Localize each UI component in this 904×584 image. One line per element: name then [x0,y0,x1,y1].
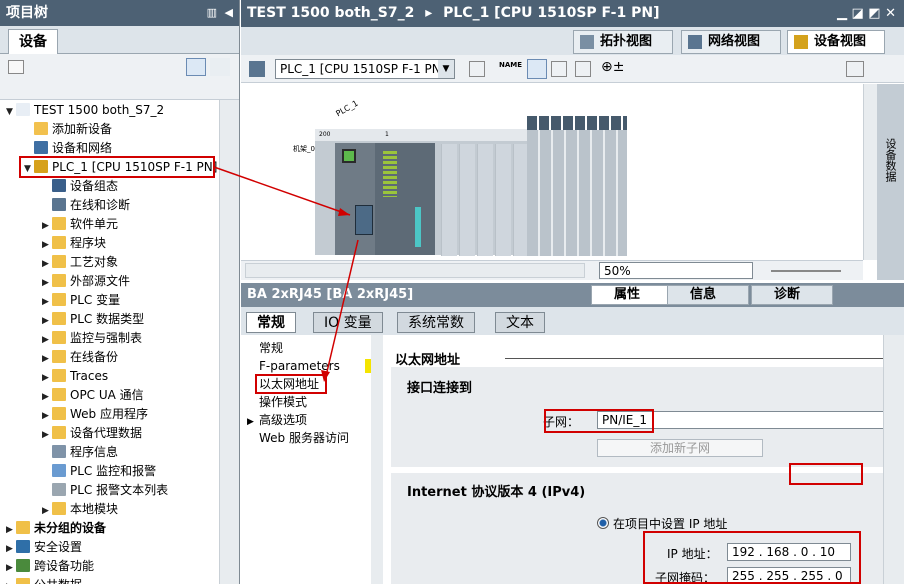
arrow-line-port [325,239,359,377]
arrow-line-plc [213,166,351,216]
arrow-head-port [321,370,330,382]
annotation-arrows [213,166,359,382]
arrow-head-plc [338,208,350,216]
